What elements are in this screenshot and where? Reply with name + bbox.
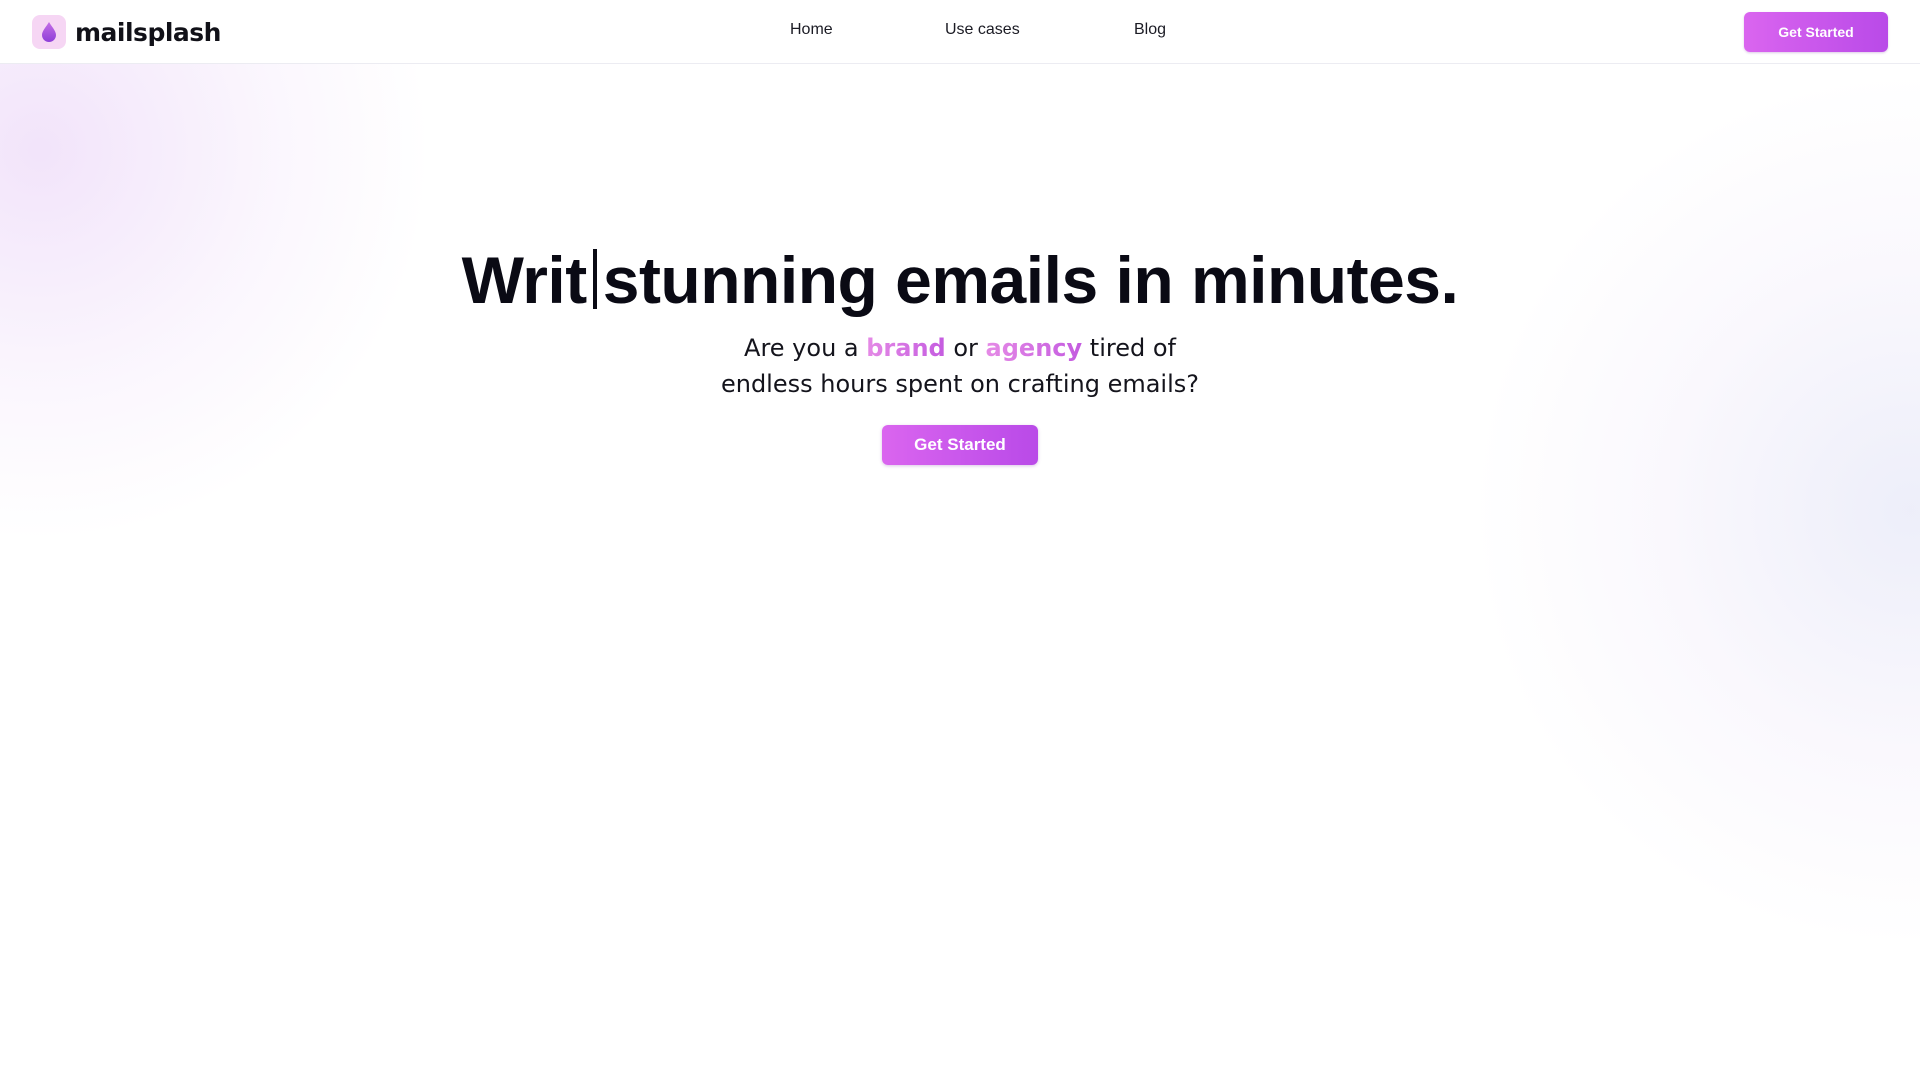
hero-title-rest: stunning emails in minutes. (602, 243, 1459, 317)
hero-title-typed: Writ (461, 243, 588, 317)
header-get-started-button[interactable]: Get Started (1744, 12, 1888, 52)
nav-blog[interactable]: Blog (1134, 21, 1166, 39)
highlight-agency: agency (985, 334, 1083, 362)
brand-name: mailsplash (75, 17, 221, 47)
brand-logo[interactable]: mailsplash (32, 14, 221, 50)
nav-use-cases[interactable]: Use cases (945, 21, 1020, 39)
highlight-brand: brand (866, 334, 946, 362)
landing-page: mailsplash Home Use cases Blog Get Start… (0, 0, 1920, 1080)
hero-subtitle-part1: Are you a (744, 334, 867, 362)
hero-get-started-button[interactable]: Get Started (882, 425, 1038, 465)
main-nav: Home Use cases Blog (0, 0, 1920, 64)
hero-subtitle-line2: endless hours spent on crafting emails? (720, 370, 1200, 398)
hero-subtitle: Are you a brand or agency tired of endles… (0, 330, 1920, 402)
typing-caret (592, 249, 597, 309)
hero-subtitle-part2: or (945, 334, 986, 362)
top-header: mailsplash Home Use cases Blog Get Start… (0, 0, 1920, 64)
hero-title: Writ stunning emails in minutes. (0, 240, 1920, 320)
droplet-icon (32, 15, 66, 49)
nav-home[interactable]: Home (790, 21, 833, 39)
hero-subtitle-part3: tired of (1082, 334, 1176, 362)
